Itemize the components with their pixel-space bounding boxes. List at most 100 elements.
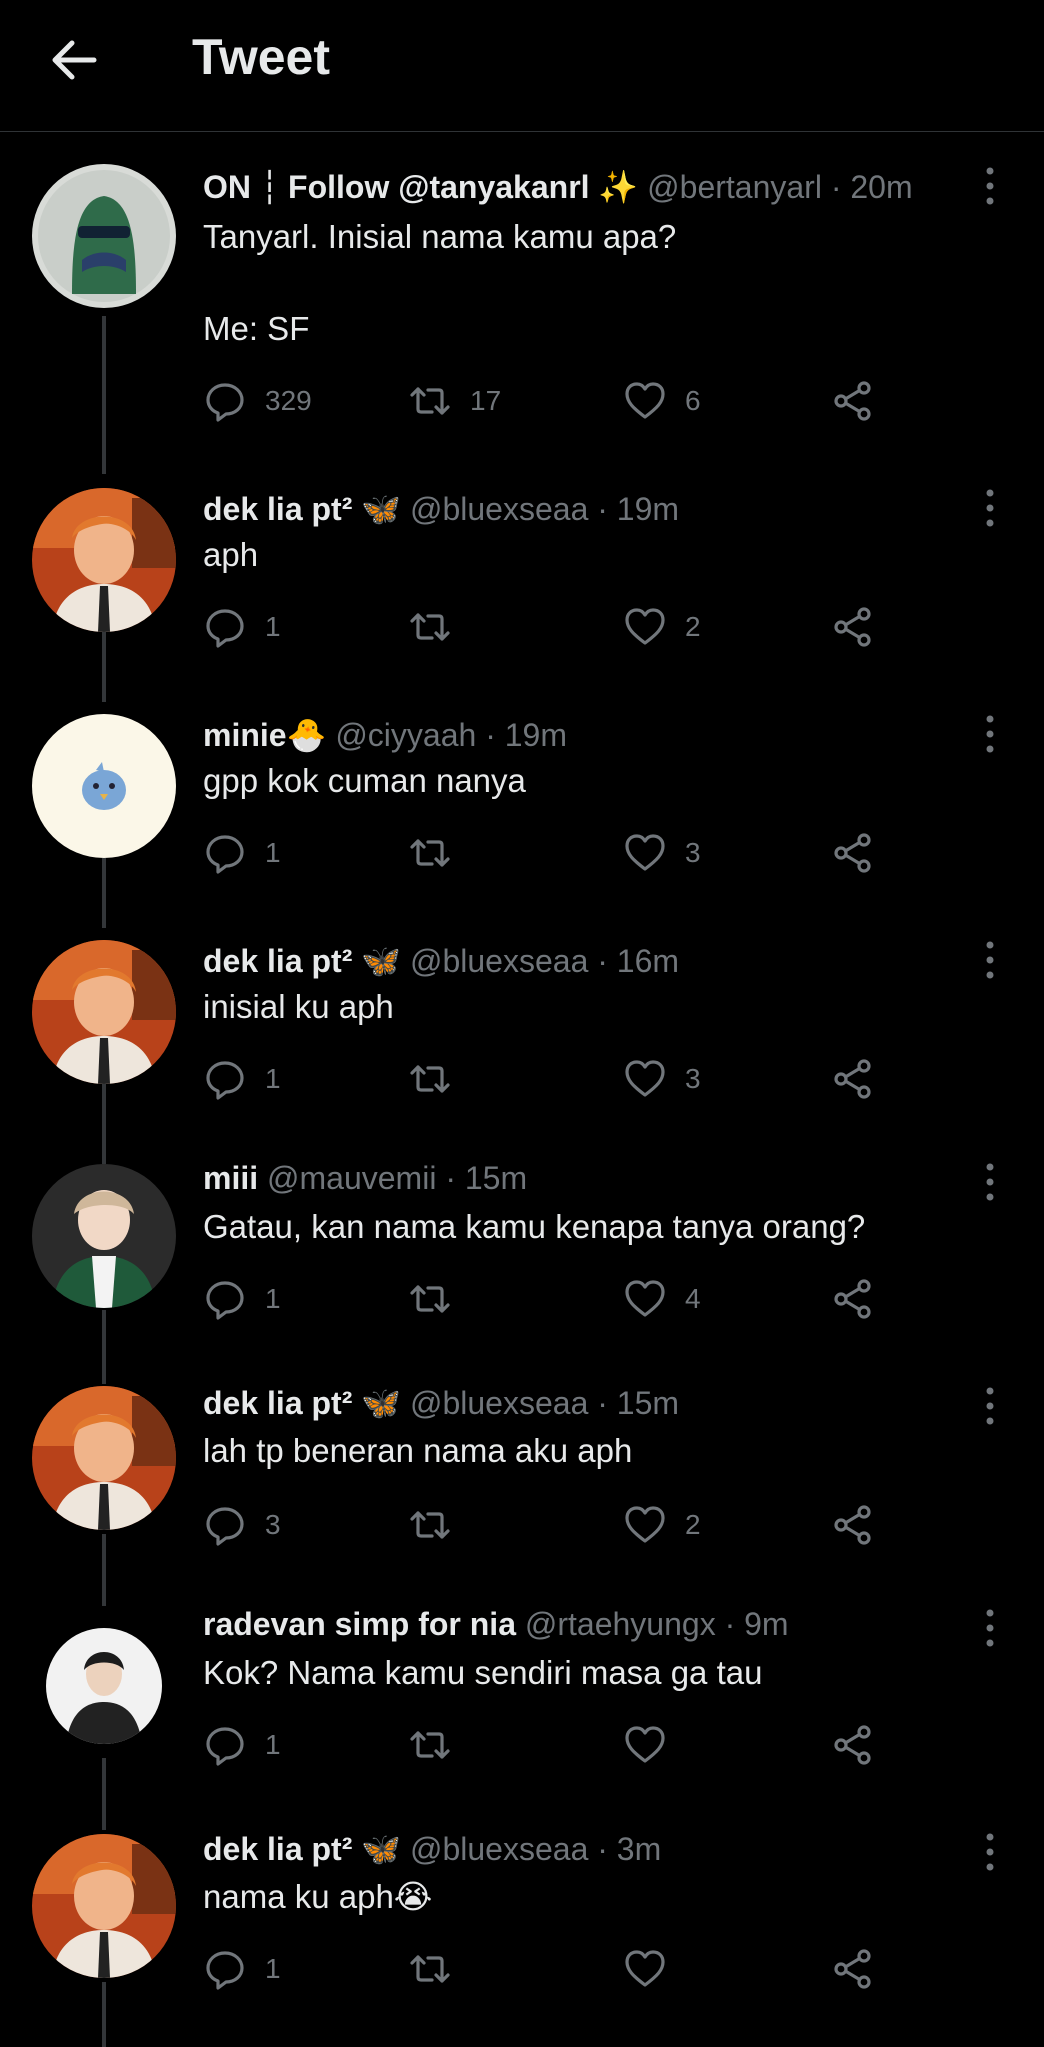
retweet-button[interactable] <box>408 828 470 878</box>
more-options-icon[interactable] <box>975 712 1005 756</box>
heart-icon <box>623 605 667 649</box>
retweet-icon <box>408 605 452 649</box>
reply-button[interactable]: 1 <box>203 602 281 652</box>
tweet-actions: 1 2 <box>203 602 903 652</box>
retweet-icon <box>408 1277 452 1321</box>
timestamp: · 20m <box>830 169 913 205</box>
tweet[interactable]: ON ┆ Follow @tanyakanrl ✨ @bertanyarl · … <box>0 160 1044 460</box>
display-name[interactable]: miii <box>203 1160 258 1196</box>
share-icon <box>831 1947 875 1991</box>
share-button[interactable] <box>831 376 875 426</box>
retweet-icon <box>408 1947 452 1991</box>
share-button[interactable] <box>831 828 875 878</box>
user-handle[interactable]: @bluexseaa <box>410 1831 588 1867</box>
reply-icon <box>203 605 247 649</box>
avatar[interactable] <box>32 1386 176 1530</box>
top-bar: Tweet <box>0 0 1044 132</box>
back-arrow-icon[interactable] <box>44 30 104 90</box>
like-button[interactable]: 2 <box>623 1500 701 1550</box>
reply-button[interactable]: 3 <box>203 1500 281 1550</box>
like-count: 2 <box>685 1509 701 1540</box>
more-options-icon[interactable] <box>975 1606 1005 1650</box>
display-name[interactable]: minie🐣 <box>203 717 326 753</box>
like-button[interactable]: 4 <box>623 1274 701 1324</box>
heart-icon <box>623 1503 667 1547</box>
share-button[interactable] <box>831 1500 875 1550</box>
like-button[interactable]: 2 <box>623 602 701 652</box>
tweet-header: radevan simp for nia @rtaehyungx · 9m <box>203 1606 789 1643</box>
timestamp: · 15m <box>597 1385 680 1421</box>
avatar[interactable] <box>32 164 176 308</box>
share-button[interactable] <box>831 1054 875 1104</box>
reply-button[interactable]: 1 <box>203 1944 281 1994</box>
tweet[interactable]: dek lia pt² 🦋 @bluexseaa · 15m lah tp be… <box>0 1384 1044 1564</box>
reply-count: 1 <box>265 1063 281 1094</box>
share-icon <box>831 605 875 649</box>
display-name[interactable]: ON ┆ Follow @tanyakanrl ✨ <box>203 169 638 205</box>
display-name[interactable]: radevan simp for nia <box>203 1606 516 1642</box>
user-handle[interactable]: @bertanyarl <box>647 169 822 205</box>
like-button[interactable]: 6 <box>623 376 701 426</box>
more-options-icon[interactable] <box>975 1160 1005 1204</box>
user-handle[interactable]: @bluexseaa <box>410 491 588 527</box>
more-options-icon[interactable] <box>975 164 1005 208</box>
tweet[interactable]: dek lia pt² 🦋 @bluexseaa · 16m inisial k… <box>0 934 1044 1114</box>
display-name[interactable]: dek lia pt² 🦋 <box>203 1831 401 1867</box>
tweet-text: nama ku aph😭 <box>203 1878 433 1915</box>
like-button[interactable]: 3 <box>623 828 701 878</box>
tweet[interactable]: radevan simp for nia @rtaehyungx · 9m Ko… <box>0 1606 1044 1786</box>
display-name[interactable]: dek lia pt² 🦋 <box>203 943 401 979</box>
user-handle[interactable]: @ciyyaah <box>335 717 476 753</box>
retweet-button[interactable] <box>408 1054 470 1104</box>
timestamp: · 19m <box>597 491 680 527</box>
retweet-button[interactable] <box>408 1944 470 1994</box>
share-button[interactable] <box>831 602 875 652</box>
share-icon <box>831 1503 875 1547</box>
retweet-button[interactable] <box>408 1500 470 1550</box>
like-button[interactable] <box>623 1720 685 1770</box>
more-options-icon[interactable] <box>975 1384 1005 1428</box>
tweet[interactable]: dek lia pt² 🦋 @bluexseaa · 3m nama ku ap… <box>0 1830 1044 2047</box>
like-button[interactable]: 3 <box>623 1054 701 1104</box>
user-handle[interactable]: @bluexseaa <box>410 1385 588 1421</box>
reply-button[interactable]: 1 <box>203 1054 281 1104</box>
retweet-button[interactable] <box>408 1720 470 1770</box>
reply-count: 1 <box>265 1953 281 1984</box>
reply-button[interactable]: 1 <box>203 1720 281 1770</box>
tweet[interactable]: minie🐣 @ciyyaah · 19m gpp kok cuman nany… <box>0 708 1044 888</box>
retweet-button[interactable] <box>408 602 470 652</box>
tweet[interactable]: dek lia pt² 🦋 @bluexseaa · 19m aph 1 2 <box>0 482 1044 662</box>
like-button[interactable] <box>623 1944 685 1994</box>
more-options-icon[interactable] <box>975 938 1005 982</box>
tweet-text: lah tp beneran nama aku aph <box>203 1432 633 1469</box>
reply-button[interactable]: 329 <box>203 376 312 426</box>
avatar[interactable] <box>32 1834 176 1978</box>
display-name[interactable]: dek lia pt² 🦋 <box>203 491 401 527</box>
avatar[interactable] <box>32 714 176 858</box>
heart-icon <box>623 1723 667 1767</box>
tweet-header: dek lia pt² 🦋 @bluexseaa · 16m <box>203 942 679 980</box>
share-button[interactable] <box>831 1720 875 1770</box>
tweet[interactable]: miii @mauvemii · 15m Gatau, kan nama kam… <box>0 1160 1044 1340</box>
display-name[interactable]: dek lia pt² 🦋 <box>203 1385 401 1421</box>
share-button[interactable] <box>831 1274 875 1324</box>
more-options-icon[interactable] <box>975 1830 1005 1874</box>
user-photo-icon <box>32 488 176 632</box>
tweet-actions: 329 17 6 <box>203 376 903 426</box>
avatar[interactable] <box>32 940 176 1084</box>
share-button[interactable] <box>831 1944 875 1994</box>
more-options-icon[interactable] <box>975 486 1005 530</box>
user-handle[interactable]: @rtaehyungx <box>525 1606 716 1642</box>
retweet-button[interactable] <box>408 1274 470 1324</box>
avatar[interactable] <box>32 488 176 632</box>
avatar[interactable] <box>46 1628 162 1744</box>
user-handle[interactable]: @mauvemii <box>267 1160 436 1196</box>
timestamp: · 15m <box>445 1160 528 1196</box>
share-icon <box>831 1277 875 1321</box>
reply-button[interactable]: 1 <box>203 1274 281 1324</box>
avatar[interactable] <box>32 1164 176 1308</box>
reply-button[interactable]: 1 <box>203 828 281 878</box>
retweet-button[interactable]: 17 <box>408 376 501 426</box>
retweet-icon <box>408 831 452 875</box>
user-handle[interactable]: @bluexseaa <box>410 943 588 979</box>
